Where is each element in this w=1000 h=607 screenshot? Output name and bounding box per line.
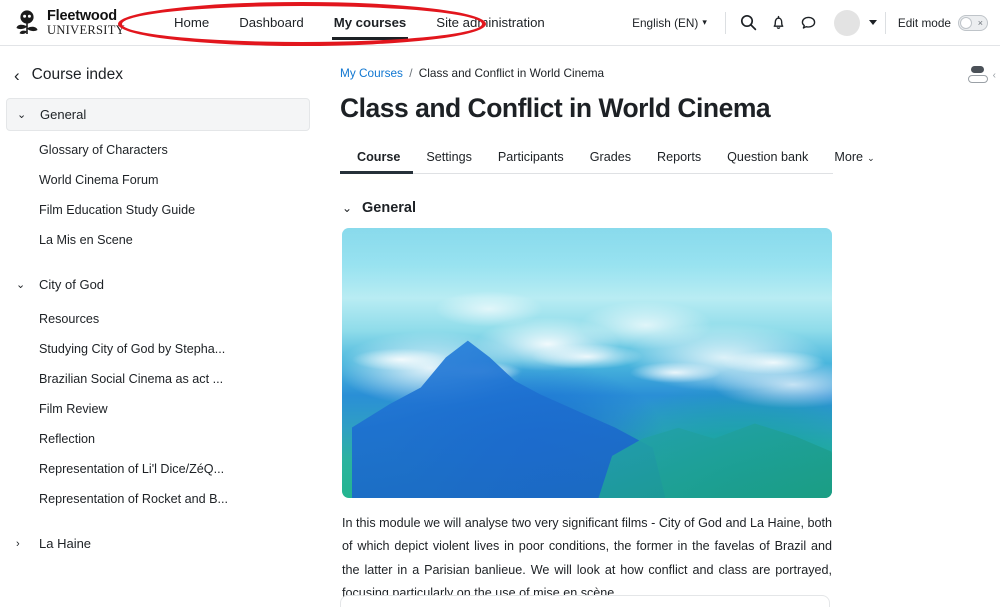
toggle-knob	[960, 16, 972, 29]
chevron-left-icon[interactable]: ‹	[14, 67, 20, 84]
tab-participants[interactable]: Participants	[485, 150, 577, 173]
nav-link-dashboard[interactable]: Dashboard	[224, 0, 319, 46]
brand-name: Fleetwood	[47, 7, 117, 24]
sidebar-section-label: General	[40, 107, 87, 122]
brand-logo[interactable]: Fleetwood UNIVERSITY	[14, 7, 125, 37]
sky-haze	[342, 228, 832, 304]
breadcrumb-separator: /	[409, 66, 413, 80]
chevron-down-icon: ⌄	[17, 109, 27, 121]
section-title: General	[362, 200, 416, 216]
nav-link-my-courses[interactable]: My courses	[319, 0, 422, 46]
main-content: My Courses / Class and Conflict in World…	[320, 46, 1000, 607]
activity-card-partial[interactable]	[340, 595, 830, 607]
sidebar-item-la-mis-en-scene[interactable]: La Mis en Scene	[0, 225, 320, 255]
sidebar-item-film-education-study-guide[interactable]: Film Education Study Guide	[0, 195, 320, 225]
language-selector[interactable]: English (EN) ▾	[622, 16, 717, 30]
sidebar-item-representation-of-lil-dice[interactable]: Representation of Li'l Dice/ZéQ...	[0, 454, 320, 484]
edit-mode-control[interactable]: Edit mode ×	[897, 14, 988, 31]
tab-more[interactable]: More ⌄	[821, 150, 887, 173]
sidebar-item-glossary-of-characters[interactable]: Glossary of Characters	[0, 135, 320, 165]
sidebar-item-representation-of-rocket[interactable]: Representation of Rocket and B...	[0, 484, 320, 514]
section-header-general[interactable]: ⌄ General	[342, 200, 978, 216]
edit-mode-toggle[interactable]: ×	[958, 14, 988, 31]
toggle-off-glyph: ×	[977, 17, 983, 28]
course-tabs: Course Settings Participants Grades Repo…	[340, 142, 875, 174]
chevron-left-icon: ‹	[992, 69, 996, 81]
course-index-header[interactable]: ‹ Course index	[0, 66, 320, 84]
mountain-ridge-right	[596, 423, 832, 498]
nav-link-home[interactable]: Home	[159, 0, 224, 46]
sidebar-item-reflection[interactable]: Reflection	[0, 424, 320, 454]
course-index-sidebar: ‹ Course index ⌄ General Glossary of Cha…	[0, 46, 320, 607]
sidebar-item-studying-city-of-god[interactable]: Studying City of God by Stepha...	[0, 334, 320, 364]
avatar[interactable]	[833, 9, 860, 36]
tab-course[interactable]: Course	[340, 150, 414, 174]
chevron-down-icon: ⌄	[867, 153, 875, 163]
block-drawer-toggle[interactable]: ‹	[967, 64, 996, 86]
chevron-down-icon: ▾	[702, 17, 707, 27]
app-root: Fleetwood UNIVERSITY Home Dashboard My c…	[0, 0, 1000, 607]
search-icon[interactable]	[734, 8, 764, 38]
tab-question-bank[interactable]: Question bank	[714, 150, 821, 173]
tab-more-label: More	[834, 150, 864, 164]
tab-reports[interactable]: Reports	[644, 150, 714, 173]
module-description: In this module we will analyse two very …	[342, 516, 832, 600]
chevron-right-icon: ›	[16, 537, 20, 550]
page-title: Class and Conflict in World Cinema	[340, 93, 771, 123]
chevron-down-icon: ⌄	[16, 279, 26, 291]
sidebar-section-label: City of God	[39, 277, 105, 292]
primary-navigation: Home Dashboard My courses Site administr…	[159, 0, 560, 46]
sidebar-item-world-cinema-forum[interactable]: World Cinema Forum	[0, 165, 320, 195]
breadcrumb: My Courses / Class and Conflict in World…	[340, 66, 978, 80]
course-index-title: Course index	[31, 66, 123, 83]
breadcrumb-current: Class and Conflict in World Cinema	[418, 66, 605, 80]
chevron-down-icon: ⌄	[342, 201, 353, 215]
breadcrumb-link-my-courses[interactable]: My Courses	[340, 66, 403, 80]
aerial-mountain-clouds-photo	[342, 228, 832, 498]
divider	[724, 11, 726, 34]
top-navigation-bar: Fleetwood UNIVERSITY Home Dashboard My c…	[0, 0, 1000, 46]
bell-icon[interactable]	[764, 8, 794, 38]
header-actions: English (EN) ▾ Edit mode ×	[622, 0, 988, 46]
flower-crest-icon	[14, 9, 40, 37]
user-menu-chevron-down-icon[interactable]	[868, 20, 877, 25]
sidebar-item-resources[interactable]: Resources	[0, 304, 320, 334]
block-drawer-icon	[967, 64, 990, 86]
edit-mode-label: Edit mode	[897, 15, 951, 30]
sidebar-section-label: La Haine	[39, 536, 92, 551]
tab-grades[interactable]: Grades	[577, 150, 644, 173]
sidebar-item-film-review[interactable]: Film Review	[0, 394, 320, 424]
sidebar-item-brazilian-social-cinema[interactable]: Brazilian Social Cinema as act ...	[0, 364, 320, 394]
tab-settings[interactable]: Settings	[413, 150, 485, 173]
sidebar-section-city-of-god[interactable]: ⌄ City of God	[6, 269, 310, 300]
sidebar-section-general[interactable]: ⌄ General	[6, 98, 310, 131]
nav-link-site-administration[interactable]: Site administration	[421, 0, 559, 46]
message-bubble-icon[interactable]	[794, 8, 824, 38]
language-label: English (EN)	[632, 15, 699, 30]
cloud-band	[342, 336, 832, 396]
brand-subtitle: UNIVERSITY	[47, 23, 125, 37]
divider	[884, 11, 886, 34]
sidebar-section-la-haine[interactable]: › La Haine	[6, 528, 310, 559]
